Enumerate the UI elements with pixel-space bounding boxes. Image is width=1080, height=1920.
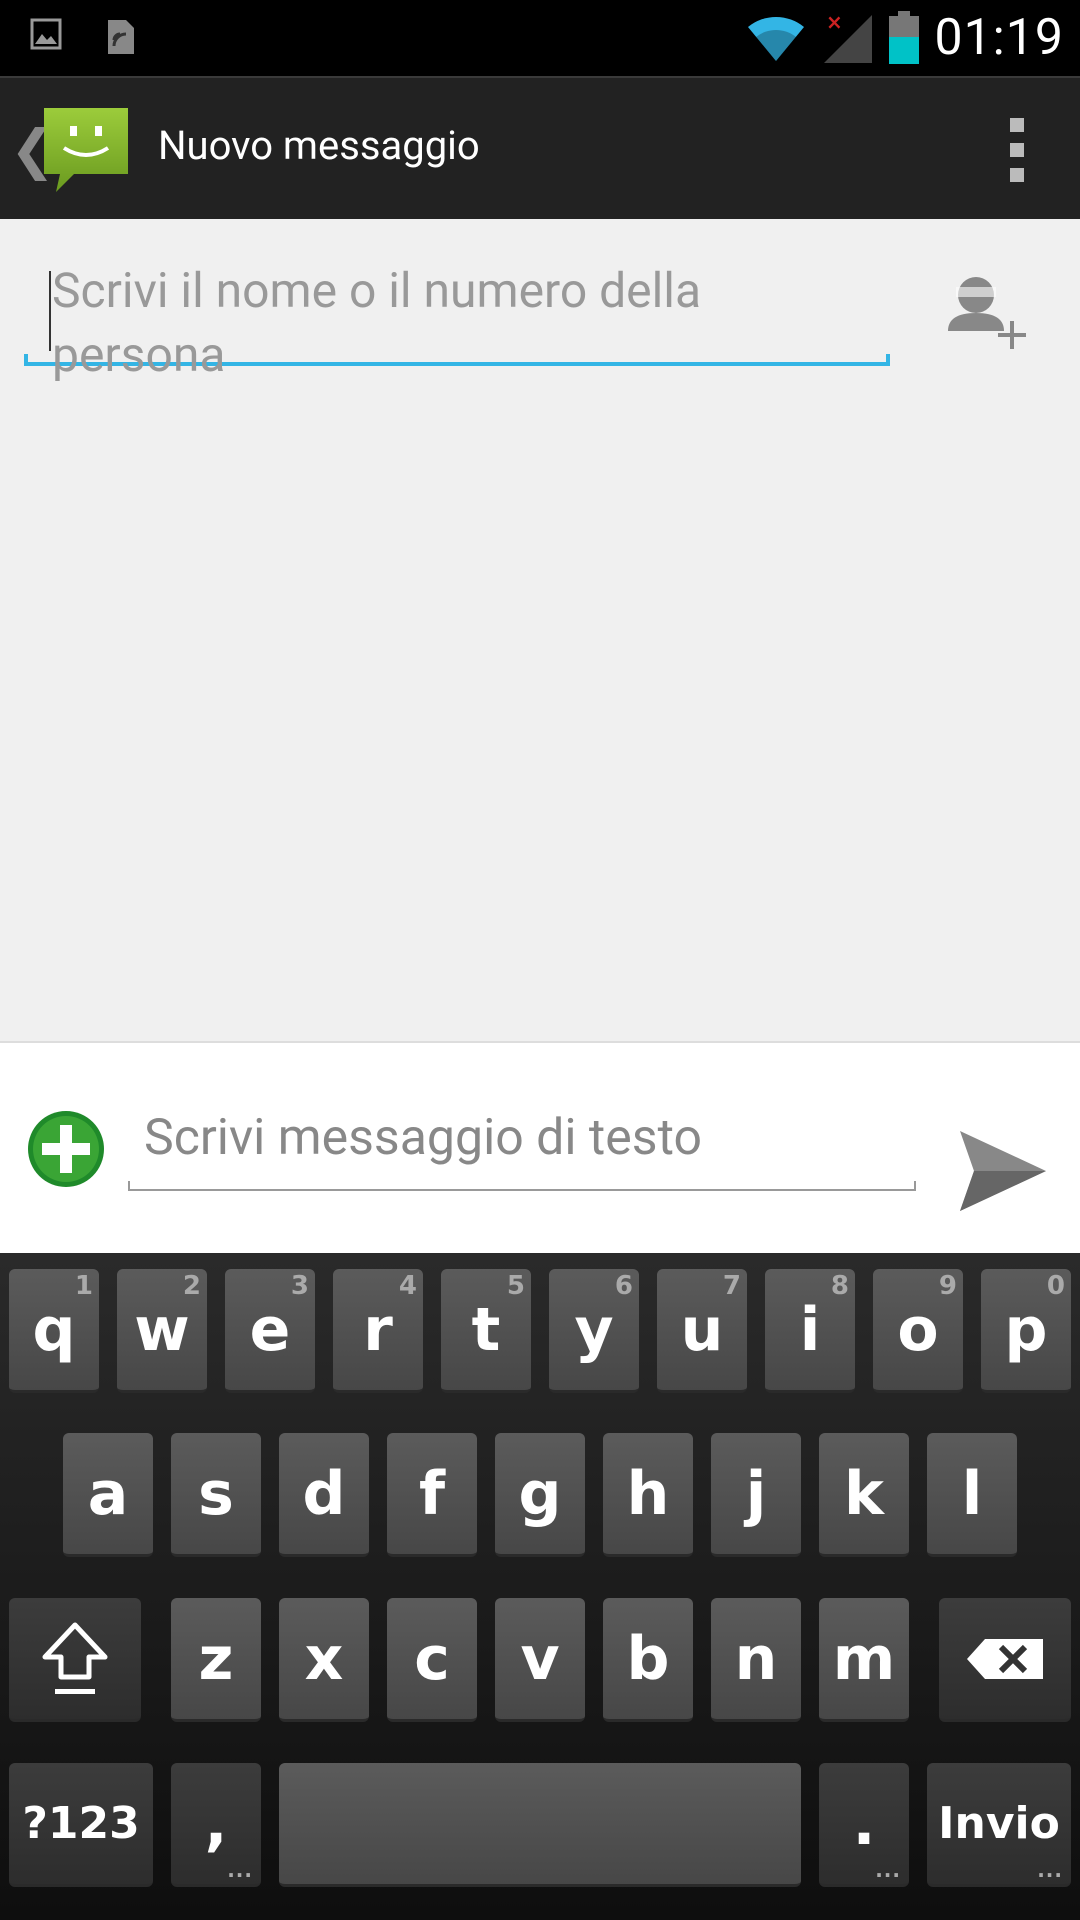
key-e[interactable]: e3 — [225, 1269, 315, 1393]
enter-key[interactable]: Invio... — [927, 1763, 1071, 1887]
wifi-icon — [748, 16, 805, 61]
key-a[interactable]: a — [63, 1433, 153, 1557]
key-q[interactable]: q1 — [9, 1269, 99, 1393]
key-m[interactable]: m — [819, 1598, 909, 1722]
key-o[interactable]: o9 — [873, 1269, 963, 1393]
message-input[interactable]: Scrivi messaggio di testo — [128, 1103, 916, 1191]
shift-key[interactable] — [9, 1598, 141, 1722]
period-key[interactable]: .... — [819, 1763, 909, 1887]
action-bar: ❮ Nuovo messaggio — [0, 76, 1080, 219]
image-icon — [30, 18, 62, 50]
svg-text:×: × — [826, 11, 843, 34]
key-w[interactable]: w2 — [117, 1269, 207, 1393]
key-i[interactable]: i8 — [765, 1269, 855, 1393]
backspace-key[interactable] — [939, 1598, 1071, 1722]
key-d[interactable]: d — [279, 1433, 369, 1557]
key-h[interactable]: h — [603, 1433, 693, 1557]
key-y[interactable]: y6 — [549, 1269, 639, 1393]
key-c[interactable]: c — [387, 1598, 477, 1722]
key-l[interactable]: l — [927, 1433, 1017, 1557]
recipient-area: Scrivi il nome o il numero della persona — [0, 219, 1080, 1041]
add-contact-icon[interactable] — [946, 269, 1036, 359]
message-placeholder: Scrivi messaggio di testo — [144, 1109, 702, 1167]
comma-key[interactable]: ,... — [171, 1763, 261, 1887]
space-key[interactable] — [279, 1763, 801, 1887]
text-cursor — [49, 271, 51, 351]
key-k[interactable]: k — [819, 1433, 909, 1557]
key-b[interactable]: b — [603, 1598, 693, 1722]
key-r[interactable]: r4 — [333, 1269, 423, 1393]
compose-bar: Scrivi messaggio di testo — [0, 1041, 1080, 1253]
key-f[interactable]: f — [387, 1433, 477, 1557]
key-n[interactable]: n — [711, 1598, 801, 1722]
key-u[interactable]: u7 — [657, 1269, 747, 1393]
keyboard: q1 w2 e3 r4 t5 y6 u7 i8 o9 p0 a s d f g … — [0, 1253, 1080, 1920]
battery-icon — [889, 11, 920, 64]
attach-add-icon[interactable] — [26, 1109, 106, 1189]
backspace-icon — [967, 1638, 1043, 1679]
page-title: Nuovo messaggio — [158, 122, 480, 169]
shift-arrow-icon — [42, 1622, 108, 1694]
recipient-input[interactable]: Scrivi il nome o il numero della persona — [24, 253, 890, 383]
status-time: 01:19 — [934, 9, 1064, 67]
send-icon[interactable] — [958, 1129, 1048, 1213]
key-x[interactable]: x — [279, 1598, 369, 1722]
key-s[interactable]: s — [171, 1433, 261, 1557]
signal-icon: × — [824, 11, 873, 63]
symbols-key[interactable]: ?123 — [9, 1763, 153, 1887]
overflow-menu-icon[interactable] — [1010, 118, 1024, 182]
key-j[interactable]: j — [711, 1433, 801, 1557]
key-v[interactable]: v — [495, 1598, 585, 1722]
key-p[interactable]: p0 — [981, 1269, 1071, 1393]
messaging-app-icon[interactable] — [40, 104, 132, 196]
key-t[interactable]: t5 — [441, 1269, 531, 1393]
status-bar: × 01:19 — [0, 0, 1080, 76]
key-g[interactable]: g — [495, 1433, 585, 1557]
key-z[interactable]: z — [171, 1598, 261, 1722]
recipient-placeholder: Scrivi il nome o il numero della persona — [52, 262, 702, 383]
sim-card-icon — [108, 20, 134, 54]
